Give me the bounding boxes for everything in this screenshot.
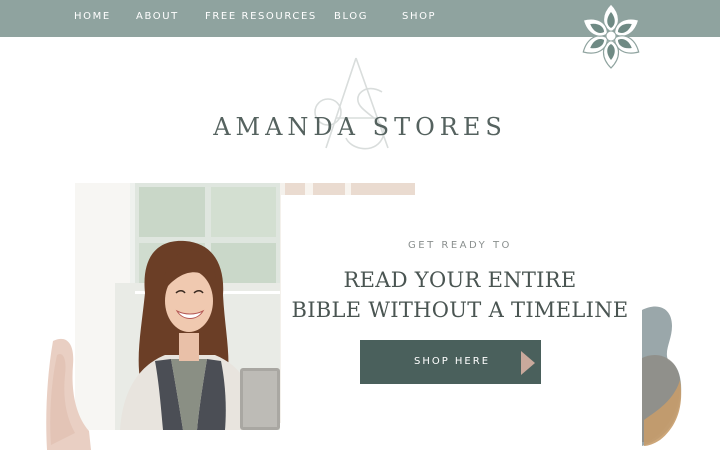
hero-headline: READ YOUR ENTIRE BIBLE WITHOUT A TIMELIN… xyxy=(281,265,639,325)
watercolor-blob-left xyxy=(46,338,91,450)
hero-headline-line2: BIBLE WITHOUT A TIMELINE xyxy=(291,298,629,322)
shop-here-button[interactable]: SHOP HERE xyxy=(360,340,541,384)
nav-item-about[interactable]: ABOUT xyxy=(136,11,179,22)
hero-eyebrow: GET READY TO xyxy=(408,240,512,251)
nav-item-blog[interactable]: BLOG xyxy=(334,11,368,22)
nav-item-shop[interactable]: SHOP xyxy=(402,11,436,22)
flower-ornament-icon xyxy=(582,3,640,69)
hero-photo xyxy=(75,183,280,430)
nav-item-home[interactable]: HOME xyxy=(74,11,111,22)
shop-here-label: SHOP HERE xyxy=(413,356,491,367)
brand-name: AMANDA STORES xyxy=(213,113,507,141)
nav-item-free-resources[interactable]: FREE RESOURCES xyxy=(205,11,317,22)
watercolor-blob-right xyxy=(642,306,682,446)
hero-headline-line1: READ YOUR ENTIRE xyxy=(343,268,577,292)
arrow-right-icon xyxy=(521,351,535,375)
